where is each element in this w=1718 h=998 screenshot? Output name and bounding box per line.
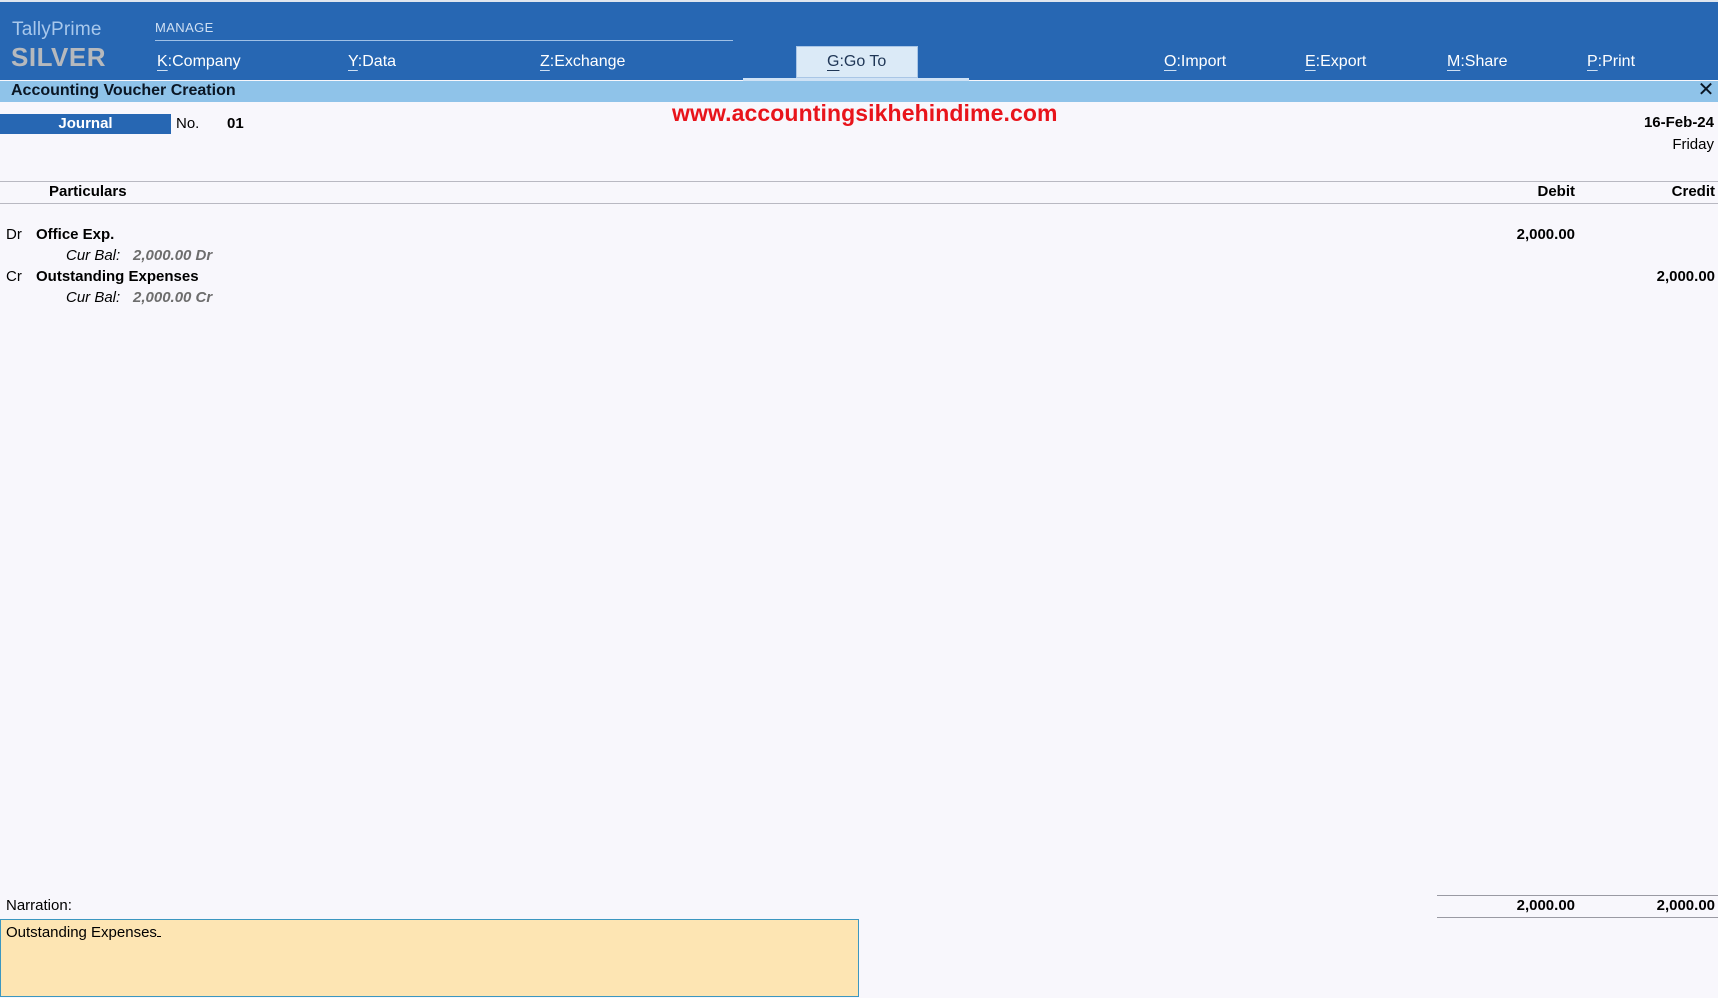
menu-data[interactable]: Y:Data (348, 53, 396, 71)
text-caret (156, 922, 161, 937)
menu-import-label: Import (1180, 53, 1227, 70)
voucher-day: Friday (1672, 136, 1714, 153)
header-rule-top (0, 181, 1718, 182)
menu-export-key: E (1305, 53, 1316, 70)
voucher-no-label: No. (176, 115, 200, 132)
total-debit: 2,000.00 (1516, 897, 1575, 914)
cur-bal-value: 2,000.00 Dr (133, 247, 213, 264)
window-title: Accounting Voucher Creation (11, 82, 236, 99)
cur-bal-value: 2,000.00 Cr (133, 289, 213, 306)
totals-rule-bottom (1437, 917, 1718, 918)
brand-name: TallyPrime (12, 19, 102, 40)
entry-ledger[interactable]: Outstanding Expenses (36, 268, 199, 285)
menu-print[interactable]: P:Print (1587, 53, 1635, 71)
entry-type: Dr (6, 226, 22, 243)
column-credit: Credit (1671, 183, 1715, 200)
top-menu-bar: TallyPrime SILVER MANAGE K:Company Y:Dat… (0, 0, 1718, 80)
menu-exchange-label: Exchange (554, 53, 626, 70)
menu-data-key: Y (348, 53, 358, 70)
narration-label: Narration: (6, 897, 72, 914)
menu-share-label: Share (1464, 53, 1508, 70)
cur-bal-label: Cur Bal: (66, 247, 121, 264)
menu-goto-text: G:Go To (827, 53, 887, 70)
menu-share-key: M (1447, 53, 1461, 70)
column-particulars: Particulars (49, 183, 127, 200)
menu-company-key: K (157, 53, 168, 70)
menu-import-key: O (1164, 53, 1177, 70)
menu-exchange[interactable]: Z:Exchange (540, 53, 625, 71)
menu-share[interactable]: M:Share (1447, 53, 1507, 71)
menu-goto-key: G (827, 53, 840, 70)
total-credit: 2,000.00 (1656, 897, 1715, 914)
brand-edition: SILVER (11, 42, 106, 72)
window-title-bar: Accounting Voucher Creation ✕ (0, 80, 1718, 102)
voucher-no-value[interactable]: 01 (227, 115, 244, 132)
entry-ledger[interactable]: Office Exp. (36, 226, 114, 243)
manage-divider (155, 40, 733, 41)
watermark-text: www.accountingsikhehindime.com (672, 100, 1058, 126)
narration-input[interactable]: Outstanding Expenses (0, 919, 859, 997)
menu-company-label: Company (172, 53, 241, 70)
voucher-type[interactable]: Journal (0, 114, 171, 134)
entry-debit-amount[interactable]: 2,000.00 (1435, 226, 1575, 243)
menu-goto[interactable]: G:Go To (796, 46, 918, 78)
totals-rule-top (1437, 895, 1718, 896)
menu-print-label: Print (1602, 53, 1636, 70)
narration-text: Outstanding Expenses (6, 924, 157, 941)
close-icon[interactable]: ✕ (1696, 80, 1716, 100)
column-debit: Debit (1537, 183, 1576, 200)
cur-bal-label: Cur Bal: (66, 289, 121, 306)
manage-label: MANAGE (155, 20, 214, 35)
entry-type: Cr (6, 268, 22, 285)
header-rule-bottom (0, 203, 1718, 204)
menu-data-label: Data (362, 53, 397, 70)
menu-goto-label: Go To (843, 53, 887, 70)
menu-print-key: P (1587, 53, 1598, 70)
menu-export-label: Export (1320, 53, 1367, 70)
entry-credit-amount[interactable]: 2,000.00 (1575, 268, 1715, 285)
menu-import[interactable]: O:Import (1164, 53, 1226, 71)
menu-exchange-key: Z (540, 53, 550, 70)
menu-company[interactable]: K:Company (157, 53, 241, 71)
voucher-date[interactable]: 16-Feb-24 (1644, 114, 1714, 131)
menu-export[interactable]: E:Export (1305, 53, 1366, 71)
